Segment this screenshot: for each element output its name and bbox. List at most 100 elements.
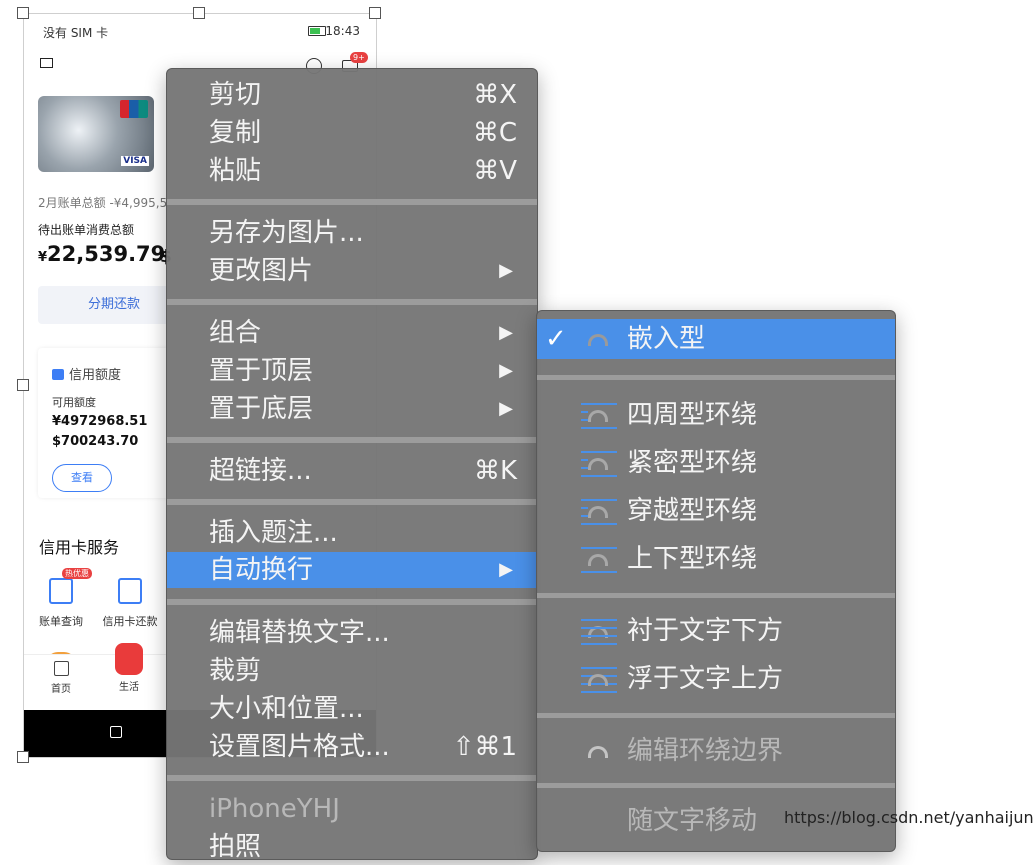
- wrap-option-top-bottom[interactable]: 上下型环绕: [537, 539, 895, 579]
- shortcut-label: ⌘C: [472, 118, 517, 148]
- amount-value: 22,539.79: [47, 242, 166, 266]
- menu-item-hyperlink[interactable]: 超链接... ⌘K: [167, 453, 537, 489]
- menu-item-label: 组合: [209, 318, 262, 348]
- wrap-text-submenu: ✓ 嵌入型 四周型环绕 紧密型环绕 穿越型环绕 上下型环绕 衬于文字下方 浮于文…: [536, 310, 896, 852]
- shortcut-label: ⇧⌘1: [452, 732, 517, 762]
- wrap-option-behind-text[interactable]: 衬于文字下方: [537, 611, 895, 651]
- service-label: 账单查询: [39, 615, 83, 628]
- home-icon: [53, 661, 69, 676]
- submenu-separator: [537, 713, 895, 718]
- credit-card-image[interactable]: VISA: [38, 96, 154, 172]
- shortcut-label: ⌘V: [473, 156, 517, 186]
- menu-separator: [167, 775, 537, 781]
- view-button[interactable]: 查看: [52, 464, 112, 492]
- hot-deal-badge: 热优惠: [62, 568, 92, 579]
- submenu-item-label: 随文字移动: [627, 806, 758, 836]
- tab-life[interactable]: 生活: [114, 643, 144, 693]
- available-usd: $700243.70: [52, 434, 139, 449]
- submenu-separator: [537, 375, 895, 380]
- submenu-arrow-icon: ▶: [499, 360, 513, 381]
- submenu-item-label: 衬于文字下方: [627, 616, 784, 646]
- submenu-separator: [537, 593, 895, 598]
- menu-separator: [167, 299, 537, 305]
- message-badge: 9+: [350, 52, 368, 63]
- menu-item-change-picture[interactable]: 更改图片 ▶: [167, 253, 537, 289]
- pending-amount: ¥22,539.79: [38, 242, 165, 266]
- menu-item-group[interactable]: 组合 ▶: [167, 315, 537, 351]
- tab-home[interactable]: 首页: [46, 661, 76, 695]
- context-menu: 剪切 ⌘X 复制 ⌘C 粘贴 ⌘V 另存为图片... 更改图片 ▶ 组合 ▶ 置于顶层 ▶ …: [166, 68, 538, 862]
- checkmark-icon: ✓: [545, 324, 567, 354]
- menu-section-iphone: iPhoneYHJ: [167, 791, 537, 827]
- menu-item-paste[interactable]: 粘贴 ⌘V: [167, 153, 537, 189]
- wrap-option-through[interactable]: 穿越型环绕: [537, 491, 895, 531]
- menu-item-send-to-back[interactable]: 置于底层 ▶: [167, 391, 537, 427]
- menu-item-label: 大小和位置...: [209, 694, 364, 724]
- submenu-arrow-icon: ▶: [499, 559, 513, 580]
- menu-item-label: 插入题注...: [209, 518, 338, 548]
- menu-item-insert-caption[interactable]: 插入题注...: [167, 515, 537, 551]
- service-bill-query[interactable]: 热优惠 账单查询: [38, 568, 92, 629]
- square-wrap-icon: [581, 401, 617, 429]
- recent-apps-icon[interactable]: [110, 726, 122, 738]
- menu-item-wrap-text[interactable]: 自动换行 ▶: [167, 552, 537, 588]
- inline-wrap-icon: [581, 325, 617, 353]
- credit-limit-title: 信用额度: [52, 364, 121, 383]
- menu-item-label: 超链接...: [209, 456, 312, 486]
- resize-handle-bottom-left[interactable]: [17, 751, 29, 763]
- menu-item-label: 置于底层: [209, 394, 314, 424]
- visa-logo: VISA: [121, 156, 149, 166]
- submenu-arrow-icon: ▶: [499, 322, 513, 343]
- submenu-arrow-icon: ▶: [499, 260, 513, 281]
- menu-item-crop[interactable]: 裁剪: [167, 653, 537, 689]
- resize-handle-left[interactable]: [17, 379, 29, 391]
- tab-label: 生活: [119, 682, 139, 693]
- submenu-item-label: 浮于文字上方: [627, 664, 784, 694]
- repayment-icon: [118, 578, 142, 604]
- in-front-text-icon: [581, 665, 617, 693]
- tab-label: 首页: [51, 684, 71, 695]
- shortcut-label: ⌘K: [473, 456, 517, 486]
- menu-item-save-as-picture[interactable]: 另存为图片...: [167, 215, 537, 251]
- menu-item-bring-to-front[interactable]: 置于顶层 ▶: [167, 353, 537, 389]
- battery-icon: [308, 26, 326, 36]
- menu-item-label: 复制: [209, 118, 262, 148]
- card-services-title: 信用卡服务: [39, 538, 120, 557]
- top-bottom-wrap-icon: [581, 545, 617, 573]
- menu-item-label: 粘贴: [209, 156, 262, 186]
- submenu-separator: [537, 783, 895, 788]
- menu-item-format-picture[interactable]: 设置图片格式... ⇧⌘1: [167, 729, 537, 765]
- bill-search-icon: [49, 578, 73, 604]
- submenu-arrow-icon: ▶: [499, 398, 513, 419]
- menu-item-take-photo[interactable]: 拍照: [167, 829, 537, 865]
- menu-item-label: 剪切: [209, 80, 262, 110]
- menu-item-size-position[interactable]: 大小和位置...: [167, 691, 537, 727]
- menu-item-label: 编辑替换文字...: [209, 618, 390, 648]
- submenu-item-label: 紧密型环绕: [627, 448, 758, 478]
- resize-handle-top-left[interactable]: [17, 7, 29, 19]
- menu-item-label: 自动换行: [209, 555, 314, 585]
- resize-handle-top-right[interactable]: [369, 7, 381, 19]
- menu-square-icon[interactable]: [40, 58, 53, 68]
- service-repayment[interactable]: 信用卡还款: [100, 574, 160, 629]
- wrap-option-tight[interactable]: 紧密型环绕: [537, 443, 895, 483]
- card-icon: [52, 369, 64, 380]
- submenu-item-label: 四周型环绕: [627, 400, 758, 430]
- wrap-boundary-icon: [581, 737, 617, 765]
- carrier-label: 没有 SIM 卡: [43, 26, 109, 40]
- wrap-option-square[interactable]: 四周型环绕: [537, 395, 895, 435]
- menu-separator: [167, 199, 537, 205]
- resize-handle-top[interactable]: [193, 7, 205, 19]
- menu-item-label: 设置图片格式...: [209, 732, 390, 762]
- watermark-url: https://blog.csdn.net/yanhaijunyan: [784, 808, 1034, 827]
- menu-item-edit-alt-text[interactable]: 编辑替换文字...: [167, 615, 537, 651]
- wrap-option-in-front-text[interactable]: 浮于文字上方: [537, 659, 895, 699]
- menu-item-cut[interactable]: 剪切 ⌘X: [167, 77, 537, 113]
- submenu-item-label: 编辑环绕边界: [627, 736, 784, 766]
- menu-item-label: 另存为图片...: [209, 218, 364, 248]
- menu-item-label: 拍照: [209, 832, 262, 862]
- wrap-option-inline[interactable]: ✓ 嵌入型: [537, 319, 895, 359]
- edit-wrap-boundary: 编辑环绕边界: [537, 731, 895, 771]
- menu-item-copy[interactable]: 复制 ⌘C: [167, 115, 537, 151]
- through-wrap-icon: [581, 497, 617, 525]
